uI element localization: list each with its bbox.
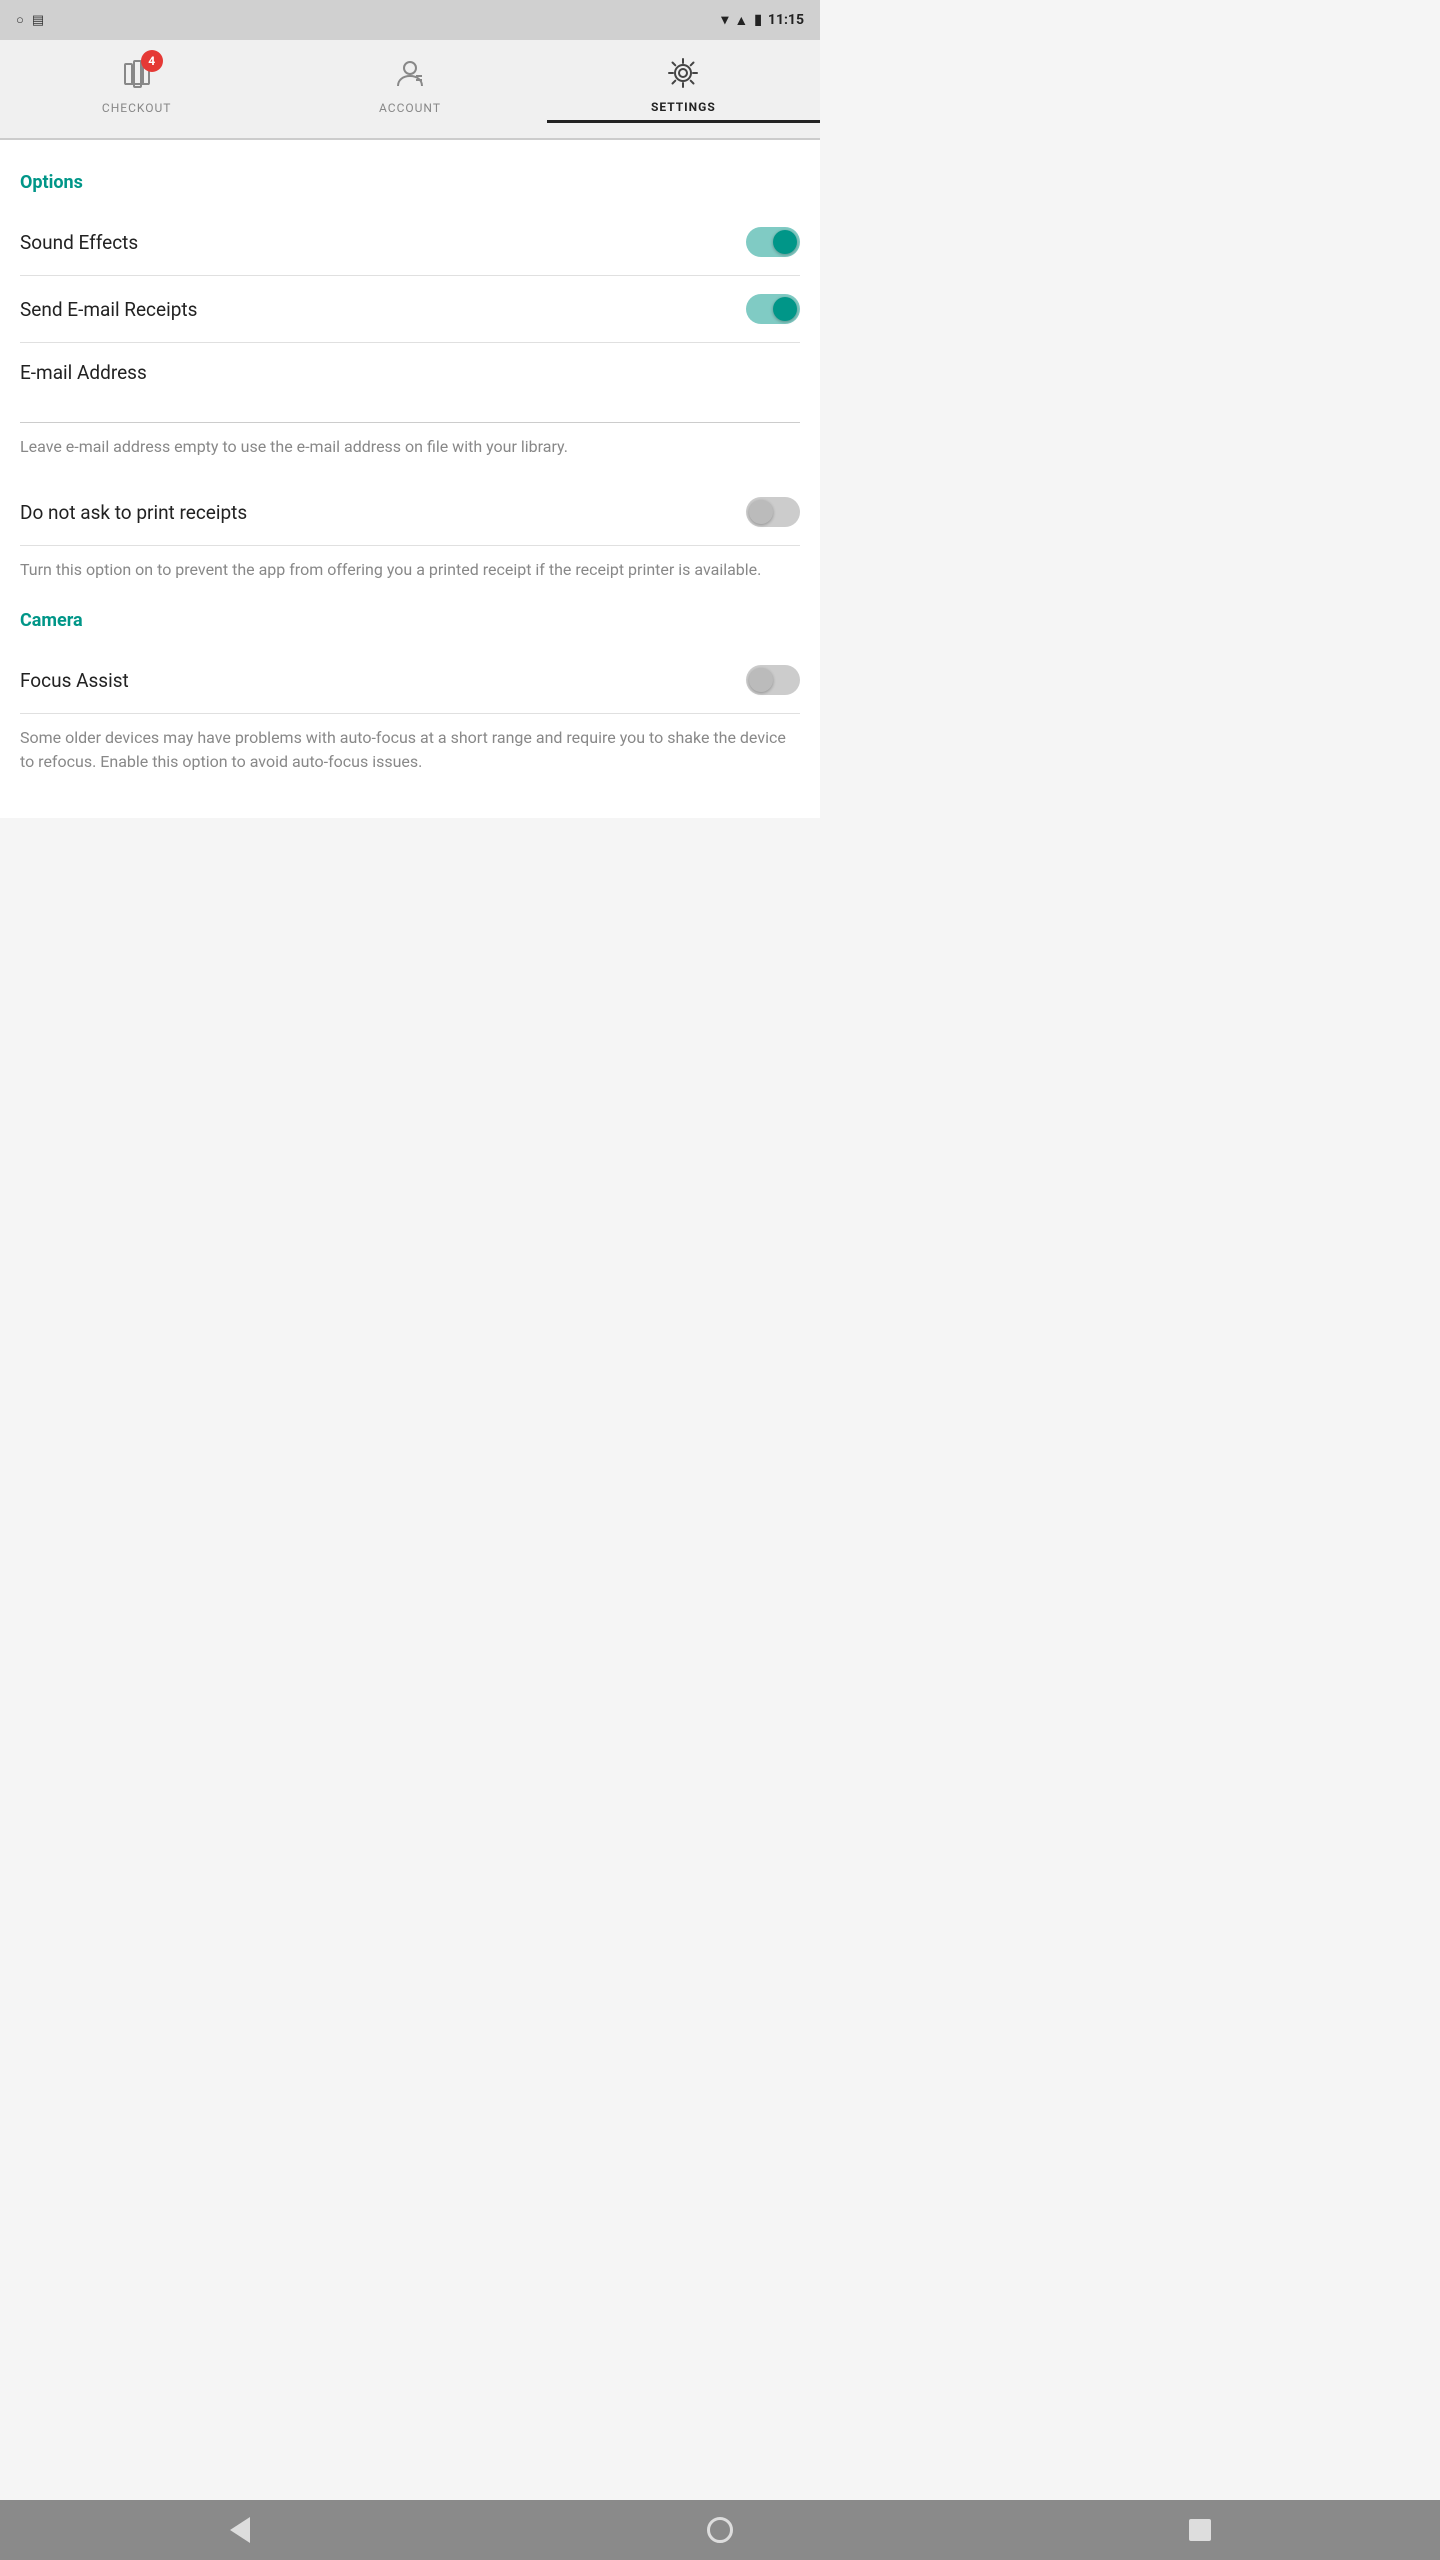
checkout-icon: 4 [121,58,153,97]
back-icon [230,2517,250,2543]
email-address-description: Leave e-mail address empty to use the e-… [20,423,800,479]
tab-account[interactable]: ACCOUNT [273,58,546,121]
time-display: 11:15 [768,12,804,28]
main-content: Options Sound Effects Send E-mail Receip… [0,140,820,818]
do-not-print-toggle[interactable] [746,497,800,527]
account-label: ACCOUNT [379,101,441,115]
status-bar-right: ▾ ▲ ▮ 11:15 [721,12,804,29]
settings-icon [667,57,699,96]
bottom-nav [0,2500,1440,2560]
camera-section: Camera Focus Assist Some older devices m… [20,610,800,794]
do-not-print-track[interactable] [746,497,800,527]
send-email-receipts-label: Send E-mail Receipts [20,298,197,321]
do-not-print-row: Do not ask to print receipts [20,479,800,546]
focus-assist-track[interactable] [746,665,800,695]
focus-assist-thumb [749,668,773,692]
battery-icon: ▮ [754,12,762,28]
back-button[interactable] [220,2510,260,2550]
home-button[interactable] [700,2510,740,2550]
account-icon [394,58,426,97]
send-email-receipts-toggle[interactable] [746,294,800,324]
tab-settings[interactable]: SETTINGS [547,57,820,123]
sound-effects-row: Sound Effects [20,209,800,276]
focus-assist-row: Focus Assist [20,647,800,714]
sound-effects-toggle[interactable] [746,227,800,257]
checkout-badge: 4 [141,50,163,72]
do-not-print-description: Turn this option on to prevent the app f… [20,546,800,602]
send-email-receipts-track[interactable] [746,294,800,324]
top-nav: 4 CHECKOUT ACCOUNT SETTINGS [0,40,820,140]
options-header: Options [20,172,800,193]
signal-icon: ▲ [734,12,748,29]
sound-effects-track[interactable] [746,227,800,257]
status-bar: ○ ▤ ▾ ▲ ▮ 11:15 [0,0,820,40]
email-address-label: E-mail Address [20,361,800,384]
recent-apps-button[interactable] [1180,2510,1220,2550]
focus-assist-description: Some older devices may have problems wit… [20,714,800,794]
home-icon [707,2517,733,2543]
send-email-receipts-thumb [773,297,797,321]
camera-header: Camera [20,610,800,631]
status-bar-left: ○ ▤ [16,12,44,28]
do-not-print-thumb [749,500,773,524]
focus-assist-toggle[interactable] [746,665,800,695]
email-address-row: E-mail Address [20,343,800,423]
focus-assist-label: Focus Assist [20,669,129,692]
settings-label: SETTINGS [651,100,716,114]
sound-effects-thumb [773,230,797,254]
checkout-label: CHECKOUT [102,101,172,115]
email-address-input[interactable] [20,394,800,423]
tab-checkout[interactable]: 4 CHECKOUT [0,58,273,121]
sim-icon: ▤ [32,13,44,28]
send-email-receipts-row: Send E-mail Receipts [20,276,800,343]
recent-apps-icon [1189,2519,1211,2541]
sound-effects-label: Sound Effects [20,231,138,254]
circle-icon: ○ [16,12,24,28]
options-section: Options Sound Effects Send E-mail Receip… [20,172,800,602]
wifi-icon: ▾ [721,12,728,28]
do-not-print-label: Do not ask to print receipts [20,501,247,524]
